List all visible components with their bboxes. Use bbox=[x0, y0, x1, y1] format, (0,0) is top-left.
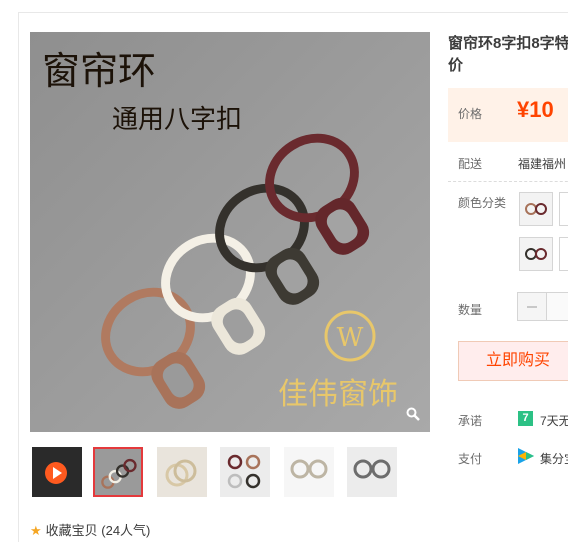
quantity-label: 数量 bbox=[458, 303, 483, 317]
sku-option-4[interactable] bbox=[559, 237, 568, 271]
price-value: ¥10 bbox=[517, 97, 554, 122]
price-label: 价格 bbox=[458, 107, 483, 121]
thumbnail-gray-hooks[interactable] bbox=[347, 447, 397, 497]
thumbnail-pack[interactable] bbox=[220, 447, 270, 497]
quantity-decrease-button[interactable] bbox=[518, 293, 547, 320]
star-icon: ★ bbox=[30, 523, 42, 538]
promise-value[interactable]: 7天无 bbox=[540, 412, 568, 429]
promise-label: 承诺 bbox=[458, 414, 483, 428]
favorite-text: 收藏宝贝 (24人气) bbox=[45, 523, 151, 538]
zoom-icon[interactable] bbox=[406, 407, 420, 421]
product-photo: 窗帘环 通用八字扣 W 佳伟窗饰 bbox=[30, 32, 430, 432]
sku-option-3[interactable] bbox=[519, 237, 553, 271]
buy-now-button[interactable]: 立即购买 bbox=[458, 341, 568, 381]
shipping-value: 福建福州 bbox=[518, 157, 567, 171]
divider bbox=[448, 181, 568, 182]
quantity-stepper[interactable] bbox=[517, 292, 568, 321]
thumbnail-main[interactable] bbox=[93, 447, 143, 497]
thumbnail-white-rings[interactable] bbox=[157, 447, 207, 497]
overlay-subtitle: 通用八字扣 bbox=[112, 105, 242, 135]
thumbnail-video[interactable] bbox=[32, 447, 82, 497]
jifenbao-icon bbox=[518, 448, 534, 464]
seven-day-return-icon: 7 bbox=[518, 411, 533, 426]
shipping-label: 配送 bbox=[458, 157, 483, 171]
main-image[interactable]: 窗帘环 通用八字扣 W 佳伟窗饰 bbox=[30, 32, 430, 432]
sku-option-2[interactable] bbox=[559, 192, 568, 226]
pay-label: 支付 bbox=[458, 452, 483, 466]
pay-value[interactable]: 集分宝 bbox=[540, 450, 568, 467]
shop-watermark: 佳伟窗饰 bbox=[278, 377, 398, 412]
overlay-title: 窗帘环 bbox=[42, 49, 156, 93]
svg-text:W: W bbox=[337, 323, 364, 353]
sku-option-1[interactable] bbox=[519, 192, 553, 226]
thumbnail-strip bbox=[32, 447, 412, 499]
product-title: 窗帘环8字扣8字特价 bbox=[448, 35, 568, 74]
thumbnail-white-hooks[interactable] bbox=[284, 447, 334, 497]
color-label: 颜色分类 bbox=[458, 196, 507, 210]
